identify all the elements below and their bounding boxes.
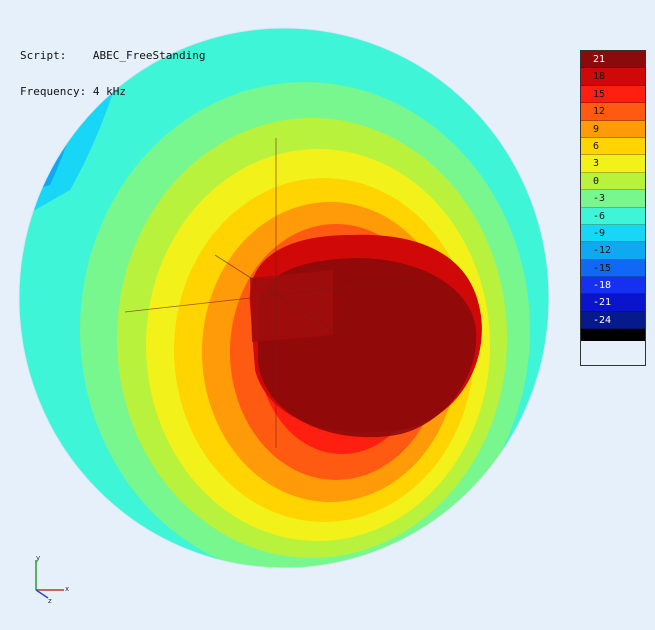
legend-row: -3 (581, 190, 645, 208)
y-axis-label: y (36, 554, 40, 562)
legend-bottom-swatch (581, 329, 645, 342)
legend-row: -6 (581, 207, 645, 225)
legend-row: -12 (581, 242, 645, 260)
info-overlay: Script: ABEC_FreeStanding Frequency: 4 k… (20, 26, 205, 110)
frequency-row: Frequency: 4 kHz (20, 86, 205, 98)
legend-row: 0 (581, 172, 645, 191)
legend-row: 12 (581, 103, 645, 121)
axis-triad-icon: y x z (35, 554, 69, 605)
legend-row: -15 (581, 259, 645, 278)
legend-row: -24 (581, 311, 645, 330)
legend-row: 15 (581, 85, 645, 104)
script-value: ABEC_FreeStanding (92, 49, 206, 62)
x-axis-label: x (65, 585, 69, 593)
frequency-label: Frequency: (20, 85, 87, 98)
baffle-panel (250, 270, 333, 342)
z-axis-label: z (48, 597, 52, 605)
color-legend: 21 18 15 12 9 6 3 0 -3 -6 -9 -12 -15 -18 -21 -24 (580, 50, 646, 366)
legend-row: 6 (581, 137, 645, 156)
script-label: Script: (20, 49, 67, 62)
legend-row: 9 (581, 120, 645, 138)
legend-row: 21 (581, 51, 645, 69)
legend-row: 18 (581, 68, 645, 86)
legend-row: 3 (581, 155, 645, 173)
legend-row: -18 (581, 277, 645, 295)
frequency-value: 4 kHz (92, 85, 126, 98)
script-row: Script: ABEC_FreeStanding (20, 50, 205, 62)
legend-row: -21 (581, 294, 645, 312)
axis-triad: y x z (28, 552, 78, 610)
legend-row: -9 (581, 224, 645, 243)
